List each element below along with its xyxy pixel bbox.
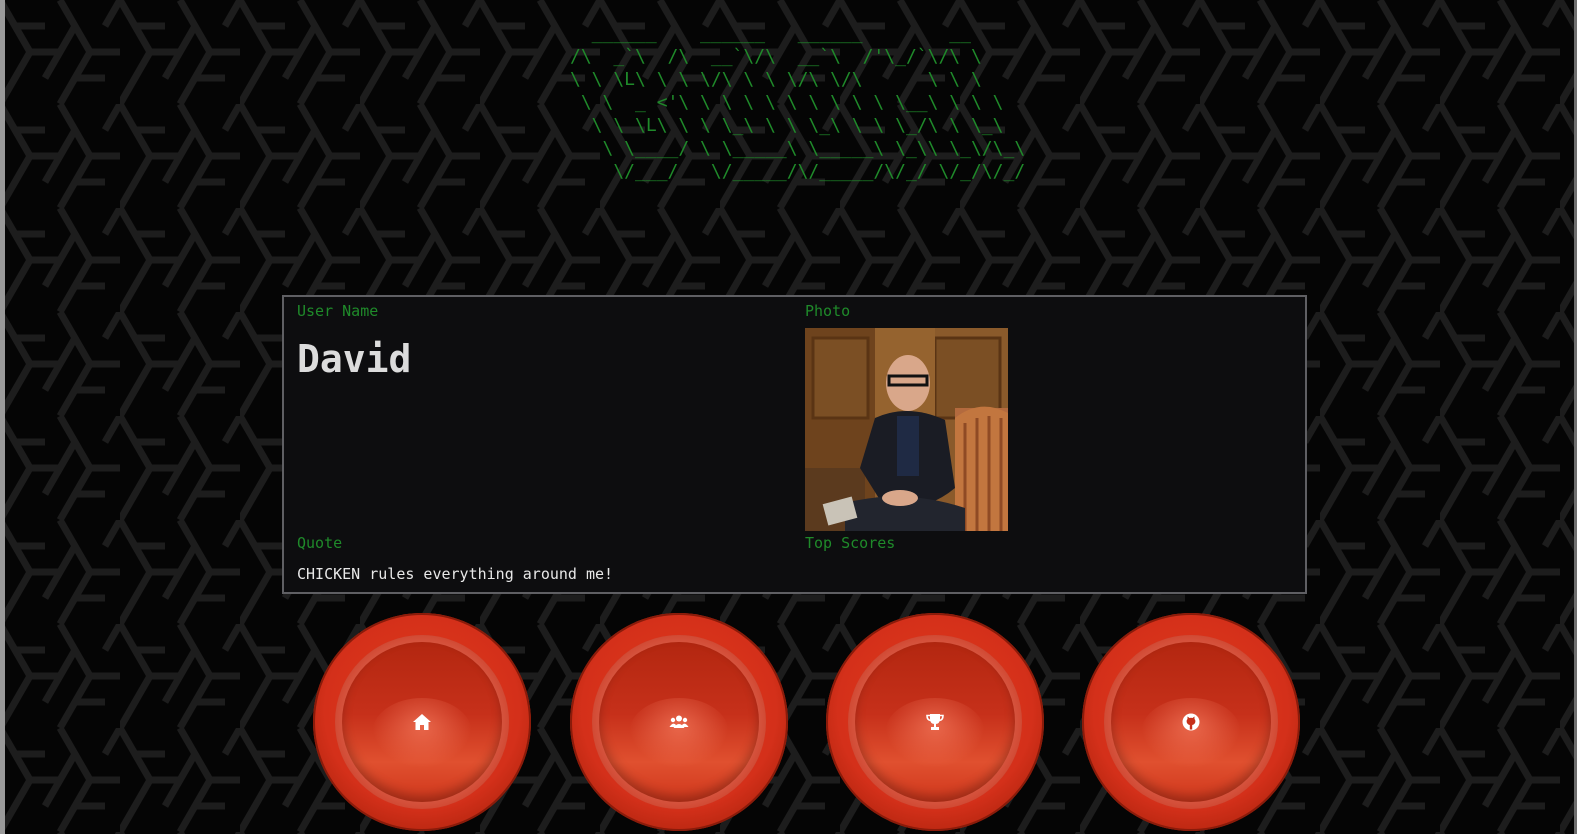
leaderboard-button[interactable] (826, 613, 1044, 831)
button-shine (372, 698, 472, 768)
username-label: User Name (297, 302, 379, 320)
button-shine (1141, 698, 1241, 768)
button-shine (885, 698, 985, 768)
quote-label: Quote (297, 534, 343, 552)
photo-label: Photo (805, 302, 851, 320)
username: David (297, 337, 412, 381)
ascii-logo: ______ ______ ______ __ /\ _`\ /\ __`\/\… (570, 23, 1026, 182)
top-scores-label: Top Scores (805, 534, 896, 552)
users-button[interactable] (570, 613, 788, 831)
button-shine (629, 698, 729, 768)
github-button[interactable] (1082, 613, 1300, 831)
github-icon (1182, 713, 1200, 731)
profile-card: User Name David Photo Quote CHICKEN rule… (282, 295, 1307, 594)
users-icon (669, 715, 689, 728)
quote-text: CHICKEN rules everything around me! (297, 565, 614, 583)
home-icon (413, 714, 431, 730)
trophy-icon (926, 714, 944, 730)
window-border-left (0, 0, 5, 834)
profile-photo (805, 328, 1008, 531)
home-button[interactable] (313, 613, 531, 831)
